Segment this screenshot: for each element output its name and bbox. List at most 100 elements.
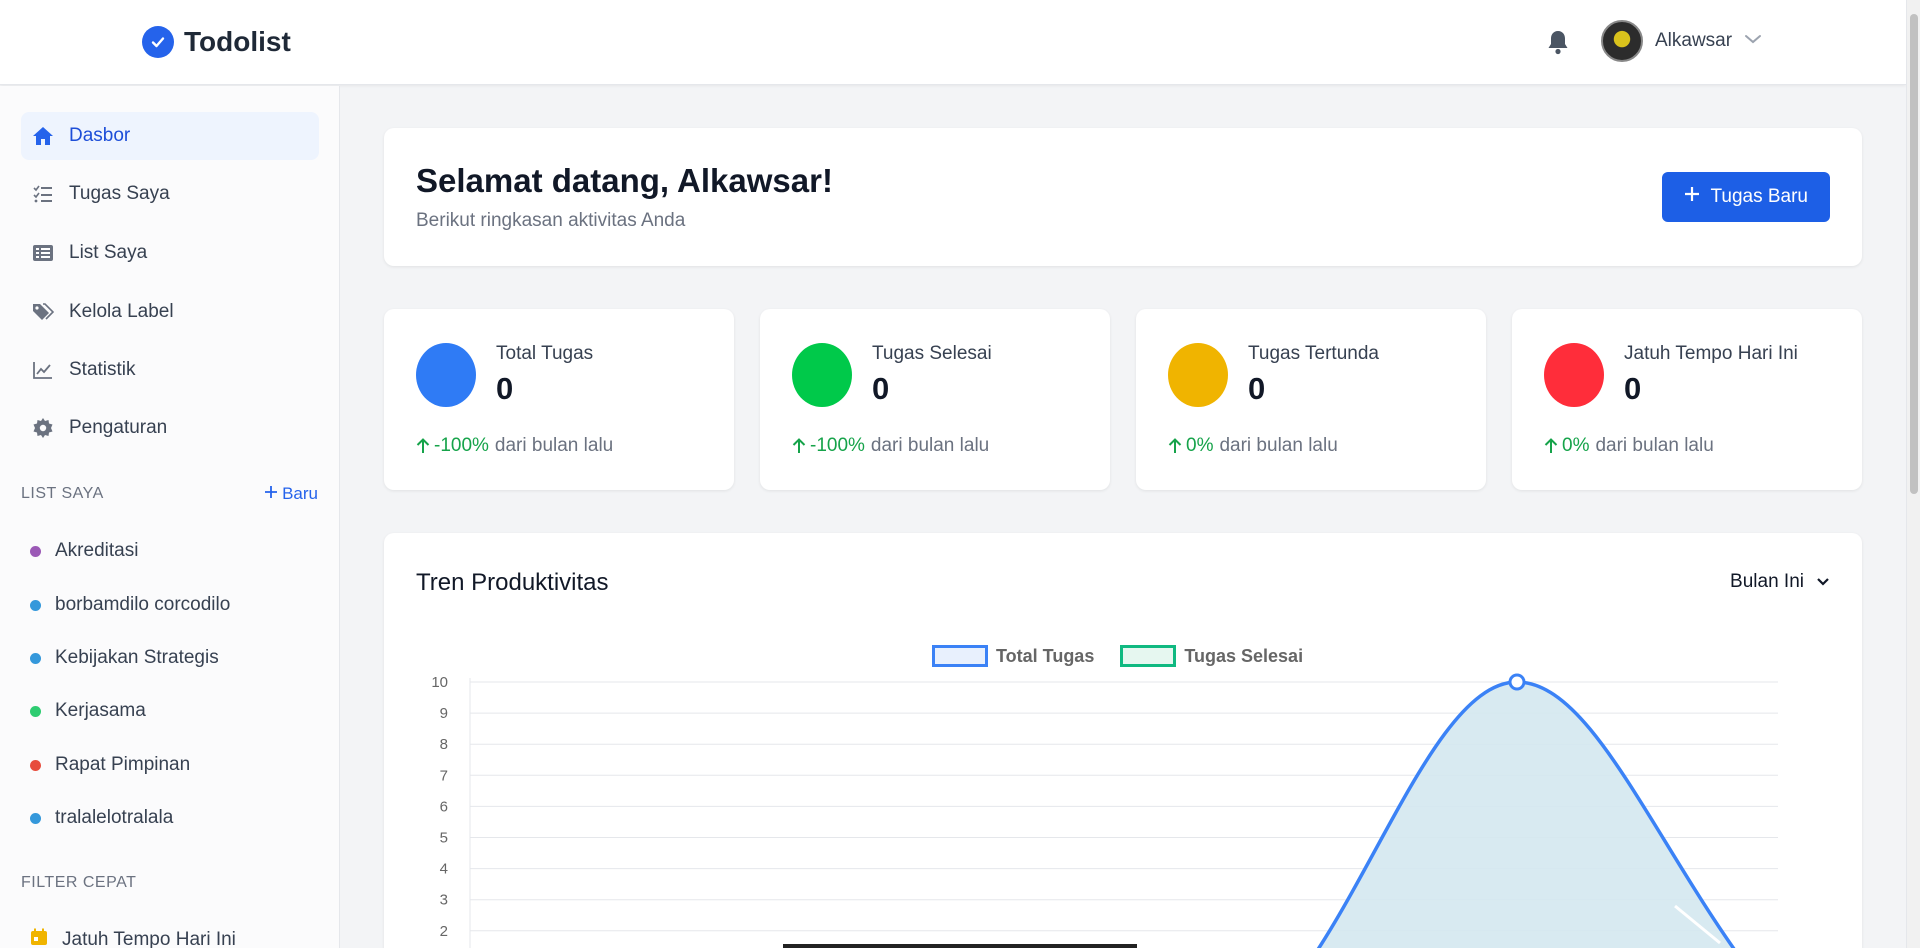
filter-section-title: FILTER CEPAT (21, 874, 137, 891)
scrollbar-thumb[interactable] (1910, 14, 1918, 494)
list-item[interactable]: tralalelotralala (30, 807, 173, 829)
y-tick-label: 4 (440, 861, 448, 878)
user-name: Alkawsar (1655, 30, 1733, 51)
stat-change-suffix: dari bulan lalu (870, 435, 990, 456)
stat-icon-circle (416, 343, 476, 407)
y-tick-label: 2 (440, 923, 448, 940)
stat-value: 0 (1624, 371, 1642, 406)
home-icon (31, 124, 55, 148)
plus-icon (264, 484, 278, 504)
page-subtitle: Berikut ringkasan aktivitas Anda (416, 210, 686, 231)
sidebar-item-kelola-label[interactable]: Kelola Label (21, 288, 319, 336)
stat-card-completed: Tugas Selesai 0 -100% dari bulan lalu (760, 309, 1110, 490)
sidebar-item-label: Dasbor (69, 125, 131, 146)
lists-section-title: LIST SAYA (21, 485, 104, 502)
tooltip-edge (783, 944, 1137, 948)
y-tick-label: 8 (440, 736, 448, 753)
filter-item-due-today[interactable]: Jatuh Tempo Hari Ini (30, 928, 236, 948)
stat-change: -100% (792, 435, 865, 457)
stat-change-suffix: dari bulan lalu (1219, 435, 1338, 456)
chevron-down-icon (1744, 32, 1762, 50)
calendar-icon (30, 928, 48, 948)
scrollbar[interactable] (1906, 0, 1920, 948)
sidebar-item-label: Kelola Label (69, 301, 174, 322)
sidebar-item-label: Pengaturan (69, 417, 168, 438)
add-list-label: Baru (282, 484, 318, 503)
tasks-icon (31, 182, 55, 206)
y-tick-label: 6 (440, 798, 448, 815)
stat-icon-circle (792, 343, 852, 407)
y-tick-label: 7 (440, 767, 448, 784)
stat-footer: 0% dari bulan lalu (1544, 435, 1714, 457)
stat-value: 0 (872, 371, 890, 406)
stat-change: -100% (416, 435, 489, 457)
stat-icon-circle (1168, 343, 1228, 407)
list-color-dot (30, 545, 41, 557)
user-menu[interactable]: Alkawsar (1601, 20, 1762, 62)
tags-icon (31, 300, 55, 324)
productivity-chart: 10 9 8 7 6 5 4 3 2 (431, 673, 1778, 948)
y-tick-label: 5 (440, 830, 448, 847)
y-tick-label: 9 (440, 705, 448, 722)
page-title: Selamat datang, Alkawsar! (416, 162, 833, 199)
add-list-button[interactable]: Baru (264, 484, 318, 504)
stat-change-suffix: dari bulan lalu (494, 435, 614, 456)
list-item-label: borbamdilo corcodilo (55, 594, 231, 615)
gear-icon (31, 416, 55, 440)
list-color-dot (30, 759, 41, 771)
stat-icon-circle (1544, 343, 1604, 407)
list-item-label: tralalelotralala (55, 807, 174, 828)
sidebar-item-dasbor[interactable]: Dasbor (21, 112, 319, 160)
list-item[interactable]: Kerjasama (30, 700, 146, 722)
stat-change-suffix: dari bulan lalu (1595, 435, 1714, 456)
stat-change-value: 0% (1186, 435, 1214, 456)
sidebar-item-tugas-saya[interactable]: Tugas Saya (21, 170, 319, 218)
sidebar: Dasbor Tugas Saya List Saya Kelola Label… (0, 86, 340, 948)
stat-label: Tugas Selesai (872, 343, 992, 364)
brand-title: Todolist (184, 26, 291, 57)
list-item[interactable]: borbamdilo corcodilo (30, 594, 230, 616)
avatar (1601, 20, 1643, 62)
sidebar-item-statistik[interactable]: Statistik (21, 346, 319, 394)
list-color-dot (30, 705, 41, 717)
stat-change: 0% (1544, 435, 1589, 457)
stat-value: 0 (496, 371, 514, 406)
list-color-dot (30, 812, 41, 824)
list-item[interactable]: Kebijakan Strategis (30, 647, 219, 669)
stat-label: Total Tugas (496, 343, 594, 364)
new-task-button[interactable]: Tugas Baru (1662, 172, 1830, 222)
sidebar-item-label: Tugas Saya (69, 183, 170, 204)
filter-item-label: Jatuh Tempo Hari Ini (62, 929, 236, 948)
list-color-dot (30, 652, 41, 664)
stat-footer: 0% dari bulan lalu (1168, 435, 1338, 457)
stat-footer: -100% dari bulan lalu (792, 435, 989, 457)
list-item-label: Kerjasama (55, 700, 146, 721)
list-item[interactable]: Akreditasi (30, 540, 138, 562)
stat-card-due-today: Jatuh Tempo Hari Ini 0 0% dari bulan lal… (1512, 309, 1862, 490)
arrow-up-icon (1544, 438, 1558, 453)
plus-icon (1684, 186, 1700, 208)
stat-change-value: 0% (1562, 435, 1590, 456)
y-tick-label: 10 (431, 674, 448, 691)
list-item[interactable]: Rapat Pimpinan (30, 754, 190, 776)
welcome-card: Selamat datang, Alkawsar! Berikut ringka… (384, 128, 1862, 266)
stat-card-pending: Tugas Tertunda 0 0% dari bulan lalu (1136, 309, 1486, 490)
stat-change: 0% (1168, 435, 1213, 457)
list-item-label: Kebijakan Strategis (55, 647, 219, 668)
sidebar-item-list-saya[interactable]: List Saya (21, 229, 319, 277)
stat-value: 0 (1248, 371, 1266, 406)
arrow-up-icon (1168, 438, 1182, 453)
check-circle-icon (142, 26, 174, 58)
stat-change-value: -100% (434, 435, 489, 456)
brand[interactable]: Todolist (142, 26, 291, 58)
new-task-label: Tugas Baru (1710, 186, 1808, 207)
bell-icon[interactable] (1543, 26, 1573, 58)
list-item-label: Akreditasi (55, 540, 139, 561)
chart-line-icon (31, 358, 55, 382)
arrow-up-icon (792, 438, 806, 453)
list-item-label: Rapat Pimpinan (55, 754, 191, 775)
productivity-trend-card: Tren Produktivitas Bulan Ini Total Tugas… (384, 533, 1862, 948)
list-icon (31, 241, 55, 265)
sidebar-item-pengaturan[interactable]: Pengaturan (21, 404, 319, 452)
data-point (1508, 673, 1526, 691)
